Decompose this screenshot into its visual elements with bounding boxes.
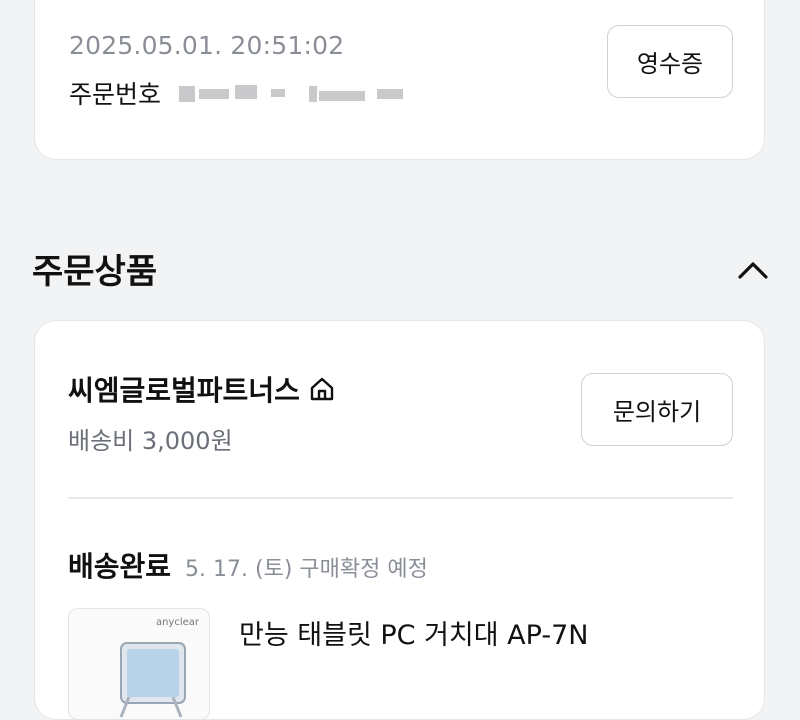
- order-number-row: 주문번호: [69, 75, 409, 111]
- chevron-up-icon[interactable]: [735, 257, 771, 281]
- product-name[interactable]: 만능 태블릿 PC 거치대 AP-7N: [239, 613, 588, 652]
- divider: [68, 497, 733, 499]
- delivery-status: 배송완료: [68, 550, 172, 583]
- order-info-card: 2025.05.01. 20:51:02 주문번호 영수증: [34, 0, 765, 160]
- order-product-card: 씨엠글로벌파트너스 배송비 3,000원 문의하기 배송완료 5. 17. (토…: [34, 320, 765, 720]
- order-date: 2025.05.01. 20:51:02: [69, 31, 345, 60]
- inquiry-button[interactable]: 문의하기: [581, 373, 733, 446]
- order-number-redacted: [179, 83, 409, 103]
- store-home-icon[interactable]: [308, 375, 336, 403]
- tablet-stand-image: [119, 642, 186, 718]
- shipping-fee: 배송비 3,000원: [68, 427, 233, 455]
- receipt-button[interactable]: 영수증: [607, 25, 733, 98]
- seller-name[interactable]: 씨엠글로벌파트너스: [68, 369, 300, 409]
- seller-row[interactable]: 씨엠글로벌파트너스: [68, 369, 336, 409]
- purchase-confirm-date: 5. 17. (토) 구매확정 예정: [185, 557, 428, 582]
- order-number-label: 주문번호: [69, 80, 162, 109]
- section-title: 주문상품: [32, 252, 158, 292]
- delivery-status-row: 배송완료 5. 17. (토) 구매확정 예정: [68, 545, 428, 585]
- product-thumbnail[interactable]: anyclear: [68, 608, 210, 720]
